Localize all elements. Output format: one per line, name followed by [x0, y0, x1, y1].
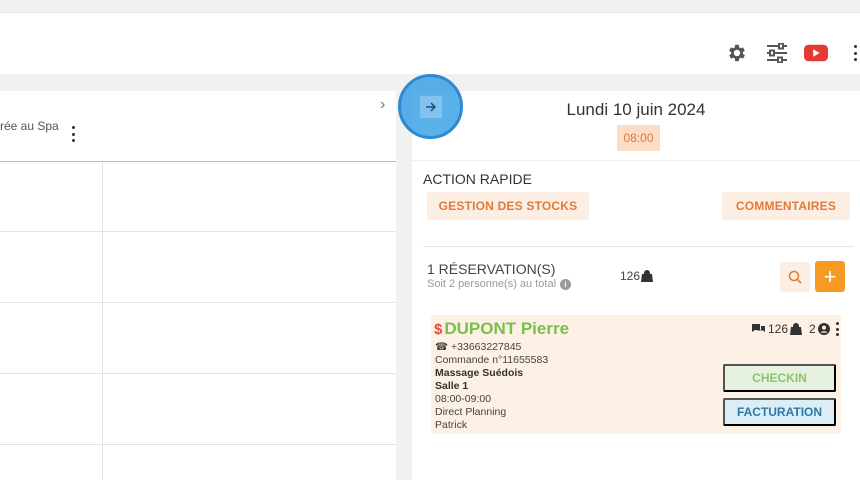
booking-source: Direct Planning	[435, 406, 507, 418]
page-title: Lundi 10 juin 2024	[566, 100, 706, 119]
time-range: 08:00-09:00	[435, 393, 492, 405]
reservation-stat-value: 126	[620, 269, 641, 283]
comments-icon	[752, 324, 765, 332]
grid-row-line	[0, 373, 396, 374]
gear-icon[interactable]	[725, 41, 749, 65]
bag-icon	[641, 270, 654, 282]
reservation-summary: Soit 2 personne(s) au total i	[427, 278, 572, 290]
column-header: rée au Spa	[0, 91, 396, 162]
info-icon[interactable]: i	[560, 278, 572, 290]
room-name: Salle 1	[435, 380, 469, 392]
column-title: rée au Spa	[0, 119, 59, 133]
card-menu-icon[interactable]	[836, 322, 840, 336]
persons-count: 2	[809, 322, 816, 336]
divider	[412, 160, 860, 161]
reservation-stat: 126	[620, 269, 654, 283]
phone-line: ☎ +33663227845	[435, 341, 521, 353]
client-name-text: DUPONT Pierre	[444, 319, 570, 338]
service-name: Massage Suédois	[435, 367, 524, 379]
time-badge: 08:00	[617, 125, 660, 151]
grid-row-line	[0, 231, 396, 232]
order-number: Commande n°11655583	[435, 354, 549, 366]
staff-name: Patrick	[435, 419, 468, 431]
comments-count: 126	[768, 322, 789, 336]
reservation-count: 1 RÉSERVATION(S)	[427, 261, 556, 277]
comments-button[interactable]: COMMENTAIRES	[722, 192, 850, 220]
facturation-button[interactable]: FACTURATION	[723, 398, 836, 426]
grid-divider	[102, 163, 103, 480]
sliders-icon[interactable]	[765, 41, 789, 65]
arrow-right-icon[interactable]	[419, 95, 442, 118]
chevron-right-icon[interactable]: ›	[380, 96, 385, 114]
reservation-summary-text: Soit 2 personne(s) au total	[427, 278, 557, 290]
grid-row-line	[0, 302, 396, 303]
cursor-highlight	[398, 74, 463, 139]
user-circle-icon	[817, 323, 830, 335]
phone-icon: ☎	[435, 341, 449, 353]
stock-management-button[interactable]: GESTION DES STOCKS	[427, 192, 589, 220]
planning-grid: rée au Spa	[0, 91, 396, 480]
search-button[interactable]	[780, 262, 810, 292]
bag-icon	[790, 323, 803, 335]
column-menu-icon[interactable]	[71, 126, 75, 142]
kebab-menu-icon[interactable]	[853, 45, 857, 61]
currency-icon: $	[434, 320, 443, 338]
add-reservation-button[interactable]: +	[815, 261, 845, 292]
reservation-card[interactable]: $ DUPONT Pierre 126 2 ☎ +33663227845 Com…	[431, 315, 841, 434]
search-icon	[788, 270, 802, 284]
grid-row-line	[0, 444, 396, 445]
client-name[interactable]: $ DUPONT Pierre	[434, 319, 569, 339]
checkin-button[interactable]: CHECKIN	[723, 364, 836, 392]
youtube-icon[interactable]	[804, 41, 828, 65]
top-toolbar	[0, 12, 860, 74]
divider	[423, 246, 854, 247]
section-title: ACTION RAPIDE	[423, 171, 532, 187]
side-panel: Lundi 10 juin 2024 08:00 ACTION RAPIDE G…	[412, 91, 860, 480]
phone-number[interactable]: +33663227845	[451, 341, 521, 353]
card-stats: 126 2	[751, 322, 840, 336]
